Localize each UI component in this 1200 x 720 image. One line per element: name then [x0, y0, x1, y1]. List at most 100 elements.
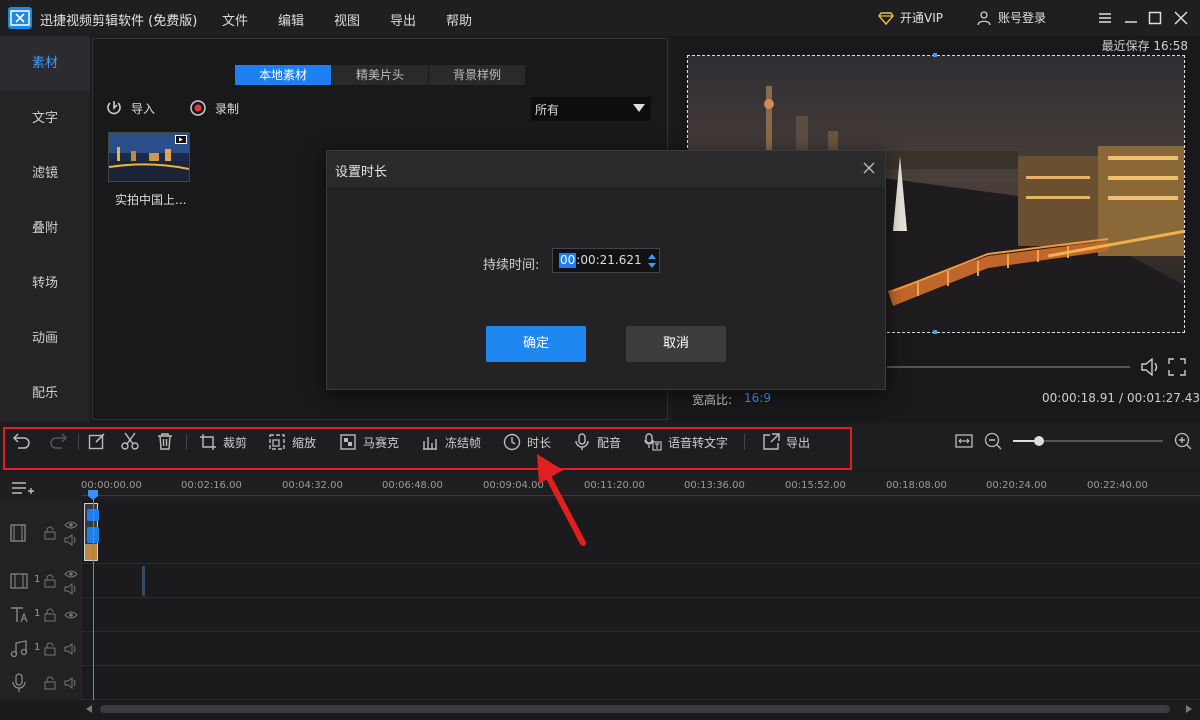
- lock-icon[interactable]: [44, 676, 56, 690]
- close-icon[interactable]: [1174, 11, 1188, 25]
- confirm-button[interactable]: 确定: [486, 326, 586, 362]
- account-button[interactable]: 账号登录: [976, 9, 1046, 26]
- import-label: 导入: [131, 101, 156, 116]
- speech-to-text-button[interactable]: 语音转文字: [644, 432, 728, 452]
- freeze-frame-button[interactable]: 冻结帧: [421, 432, 481, 452]
- edit-icon[interactable]: [88, 432, 106, 450]
- dialog-title: 设置时长: [335, 165, 388, 180]
- fit-timeline-icon[interactable]: [955, 432, 973, 450]
- sidebar-item-filters[interactable]: 滤镜: [0, 146, 90, 201]
- filter-select[interactable]: 所有: [531, 97, 651, 121]
- minimize-icon[interactable]: [1124, 11, 1138, 25]
- crop-button[interactable]: 裁剪: [199, 432, 247, 452]
- zoom-out-icon[interactable]: [984, 432, 1002, 450]
- dialog-close-icon[interactable]: [863, 162, 875, 174]
- clip-thumbnail: [85, 544, 97, 560]
- speaker-icon[interactable]: [64, 643, 78, 655]
- duration-stepper-icon[interactable]: [647, 251, 657, 271]
- zoom-in-icon[interactable]: [1174, 432, 1192, 450]
- timeline-scrollbar[interactable]: [82, 702, 1200, 716]
- menu-view[interactable]: 视图: [334, 10, 360, 29]
- lock-icon[interactable]: [44, 574, 56, 588]
- tick-label: 00:22:40.00: [1087, 480, 1148, 491]
- mosaic-button[interactable]: 马赛克: [339, 432, 399, 452]
- redo-icon[interactable]: [48, 432, 68, 450]
- crop-label: 裁剪: [223, 435, 248, 450]
- handle-bottom[interactable]: [933, 330, 937, 334]
- aspect-value[interactable]: 16:9: [744, 391, 771, 405]
- voice-track[interactable]: [0, 666, 1200, 700]
- speaker-icon[interactable]: [64, 583, 78, 595]
- add-track-icon[interactable]: [10, 480, 36, 496]
- overlay-track-header: 1: [0, 564, 82, 598]
- lock-icon[interactable]: [44, 526, 56, 540]
- sidebar: 素材 文字 滤镜 叠附 转场 动画 配乐: [0, 36, 90, 422]
- annotation-arrow: [537, 454, 586, 546]
- video-track-main[interactable]: [0, 500, 1200, 564]
- diamond-icon: [878, 11, 894, 25]
- app-title: 迅捷视频剪辑软件 (免费版): [40, 14, 198, 29]
- undo-icon[interactable]: [12, 432, 32, 450]
- music-track[interactable]: [0, 632, 1200, 666]
- vip-label: 开通VIP: [900, 11, 943, 25]
- duration-input[interactable]: 00 :00:21.621: [552, 248, 660, 273]
- voiceover-label: 配音: [597, 435, 622, 450]
- volume-icon[interactable]: [1140, 358, 1162, 376]
- duration-hours-segment[interactable]: 00: [559, 253, 577, 268]
- handle-top[interactable]: [933, 53, 937, 57]
- tick-label: 00:02:16.00: [181, 480, 242, 491]
- track-number: 1: [34, 574, 41, 585]
- seek-bar[interactable]: [887, 366, 1130, 368]
- vip-button[interactable]: 开通VIP: [878, 9, 943, 26]
- scroll-left-icon[interactable]: [86, 705, 92, 713]
- tick-label: 00:20:24.00: [986, 480, 1047, 491]
- fullscreen-icon[interactable]: [1168, 358, 1186, 376]
- film-icon: [10, 524, 26, 542]
- sidebar-item-animation[interactable]: 动画: [0, 311, 90, 366]
- eye-icon[interactable]: [64, 569, 78, 579]
- duration-remaining[interactable]: :00:21.621: [576, 253, 641, 268]
- lock-icon[interactable]: [44, 608, 56, 622]
- sidebar-item-media[interactable]: 素材: [0, 36, 90, 91]
- microphone-icon: [12, 673, 26, 692]
- menu-help[interactable]: 帮助: [446, 10, 472, 29]
- time-separator: /: [1118, 391, 1124, 405]
- scrollbar-thumb[interactable]: [100, 705, 1170, 713]
- tab-local-media[interactable]: 本地素材: [235, 65, 331, 85]
- lock-icon[interactable]: [44, 642, 56, 656]
- filmstrip-icon: [10, 573, 28, 589]
- export-button[interactable]: 导出: [762, 432, 810, 452]
- delete-icon[interactable]: [156, 432, 174, 450]
- tab-intros[interactable]: 精美片头: [332, 65, 428, 85]
- menu-file[interactable]: 文件: [222, 10, 248, 29]
- hamburger-menu-icon[interactable]: [1098, 11, 1112, 25]
- sidebar-item-overlay[interactable]: 叠附: [0, 201, 90, 256]
- tab-backgrounds[interactable]: 背景样例: [429, 65, 525, 85]
- tick-label: 00:13:36.00: [684, 480, 745, 491]
- import-button[interactable]: 导入: [105, 99, 155, 117]
- timeline-zoom-thumb[interactable]: [1034, 436, 1044, 446]
- tick-label: 00:04:32.00: [282, 480, 343, 491]
- current-time: 00:00:18.91: [1042, 391, 1115, 405]
- menu-edit[interactable]: 编辑: [278, 10, 304, 29]
- sidebar-item-music[interactable]: 配乐: [0, 366, 90, 421]
- cancel-button[interactable]: 取消: [626, 326, 726, 362]
- sidebar-item-transitions[interactable]: 转场: [0, 256, 90, 311]
- split-scissors-icon[interactable]: [121, 432, 139, 450]
- zoom-button[interactable]: 缩放: [268, 432, 316, 452]
- overlay-track[interactable]: [0, 564, 1200, 598]
- eye-icon[interactable]: [64, 610, 78, 620]
- speaker-icon[interactable]: [64, 534, 78, 546]
- media-thumbnail[interactable]: [108, 132, 190, 182]
- record-button[interactable]: 录制: [189, 99, 239, 117]
- text-track[interactable]: [0, 598, 1200, 632]
- sidebar-item-text[interactable]: 文字: [0, 91, 90, 146]
- speaker-icon[interactable]: [64, 677, 78, 689]
- maximize-icon[interactable]: [1148, 11, 1162, 25]
- menu-export[interactable]: 导出: [390, 10, 416, 29]
- record-icon: [190, 100, 206, 116]
- eye-icon[interactable]: [64, 520, 78, 530]
- ruler-baseline: [82, 495, 1200, 496]
- music-note-icon: [10, 640, 28, 658]
- scroll-right-icon[interactable]: [1186, 705, 1192, 713]
